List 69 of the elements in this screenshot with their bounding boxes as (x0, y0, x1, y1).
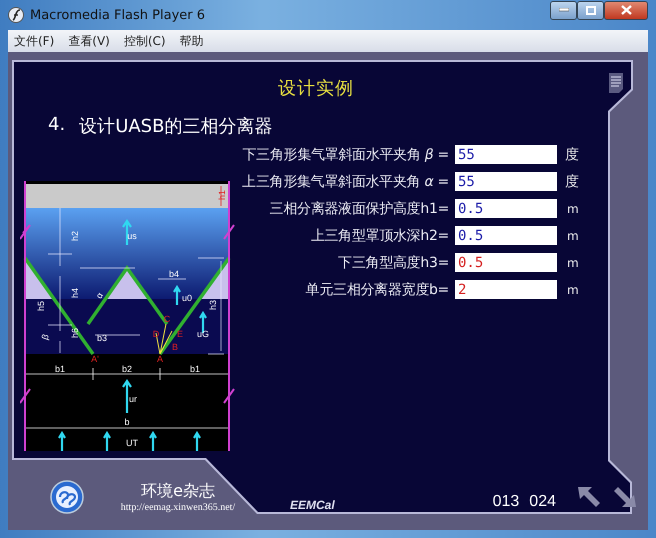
close-icon (620, 5, 632, 15)
diagram-label: b1 (55, 364, 65, 374)
section-heading: 设计UASB的三相分离器 (79, 115, 272, 138)
field-label: 单元三相分离器宽度b= (304, 280, 449, 298)
diagram-label: B (172, 342, 178, 352)
website-url: http://eemag.xinwen365.net/ (120, 502, 236, 513)
diagram-label: h2 (70, 231, 80, 241)
diagram-label: h5 (36, 301, 46, 311)
maximize-icon (586, 6, 596, 14)
menu-item[interactable]: 查看(V) (68, 32, 110, 50)
field-label: 上三角型罩顶水深h2= (310, 226, 449, 244)
input-field[interactable]: 2 (455, 280, 557, 299)
menu-item[interactable]: 帮助 (180, 32, 204, 50)
field-label: 三相分离器液面保护高度h1= (268, 200, 449, 218)
diagram-label: b1 (190, 364, 200, 374)
unit-label: 度 (565, 172, 579, 190)
diagram-label: A (157, 354, 163, 364)
diagram-label: us (127, 231, 137, 241)
diagram-label: b (124, 417, 130, 427)
arrow-down-right-icon (612, 485, 638, 509)
window-title: Macromedia Flash Player 6 (30, 8, 206, 22)
close-button[interactable] (604, 0, 648, 20)
diagram-label: h4 (70, 288, 80, 298)
flash-logo-icon (8, 7, 24, 23)
input-field[interactable]: 0.5 (455, 253, 557, 272)
diagram-label: α (94, 290, 106, 300)
document-icon[interactable] (608, 72, 624, 94)
unit-label: 度 (565, 146, 579, 164)
unit-label: m (567, 228, 579, 242)
unit-label: m (567, 282, 579, 296)
maximize-button[interactable] (577, 0, 604, 20)
page-total: 024 (529, 493, 556, 511)
menu-item[interactable]: 文件(F) (14, 32, 54, 50)
unit-label: m (567, 256, 579, 270)
logo-icon (50, 480, 84, 514)
diagram-label: b4 (169, 269, 179, 279)
diagram-label: h3 (208, 300, 218, 310)
next-button[interactable] (612, 485, 638, 509)
minimize-icon (558, 8, 568, 12)
diagram-label: h1 (217, 190, 227, 200)
slide-title: 设计实例 (278, 77, 354, 100)
diagram-label: b3 (97, 333, 107, 343)
diagram-label: ur (129, 394, 137, 404)
input-field[interactable]: 55 (455, 145, 557, 164)
diagram-label: D (152, 329, 160, 339)
minimize-button[interactable] (550, 0, 577, 20)
diagram-label: u0 (182, 293, 192, 303)
input-field[interactable]: 0.5 (455, 199, 557, 218)
diagram-label: b2 (122, 364, 132, 374)
arrow-up-left-icon (576, 485, 602, 509)
input-field[interactable]: 0.5 (455, 226, 557, 245)
diagram-label: uG (197, 329, 209, 339)
field-label: 上三角形集气罩斜面水平夹角 α = (242, 172, 449, 190)
diagram-label: E (177, 329, 183, 339)
previous-button[interactable] (576, 485, 602, 509)
diagram-label: UT (126, 438, 138, 448)
unit-label: m (567, 202, 579, 216)
input-field[interactable]: 55 (455, 172, 557, 191)
section-number: 4. (48, 114, 66, 137)
field-label: 下三角型高度h3= (337, 254, 449, 272)
diagram-label: h6 (70, 328, 80, 338)
field-label: 下三角形集气罩斜面水平夹角 β = (242, 146, 449, 164)
diagram-label: C (164, 314, 170, 324)
page-number: 013 (492, 493, 520, 511)
diagram-label: β (40, 332, 51, 342)
brand-name: 环境e杂志 (141, 481, 215, 502)
diagram-label: A' (91, 354, 99, 364)
credit-label: EEMCal (290, 498, 335, 512)
menu-item[interactable]: 控制(C) (124, 32, 166, 50)
